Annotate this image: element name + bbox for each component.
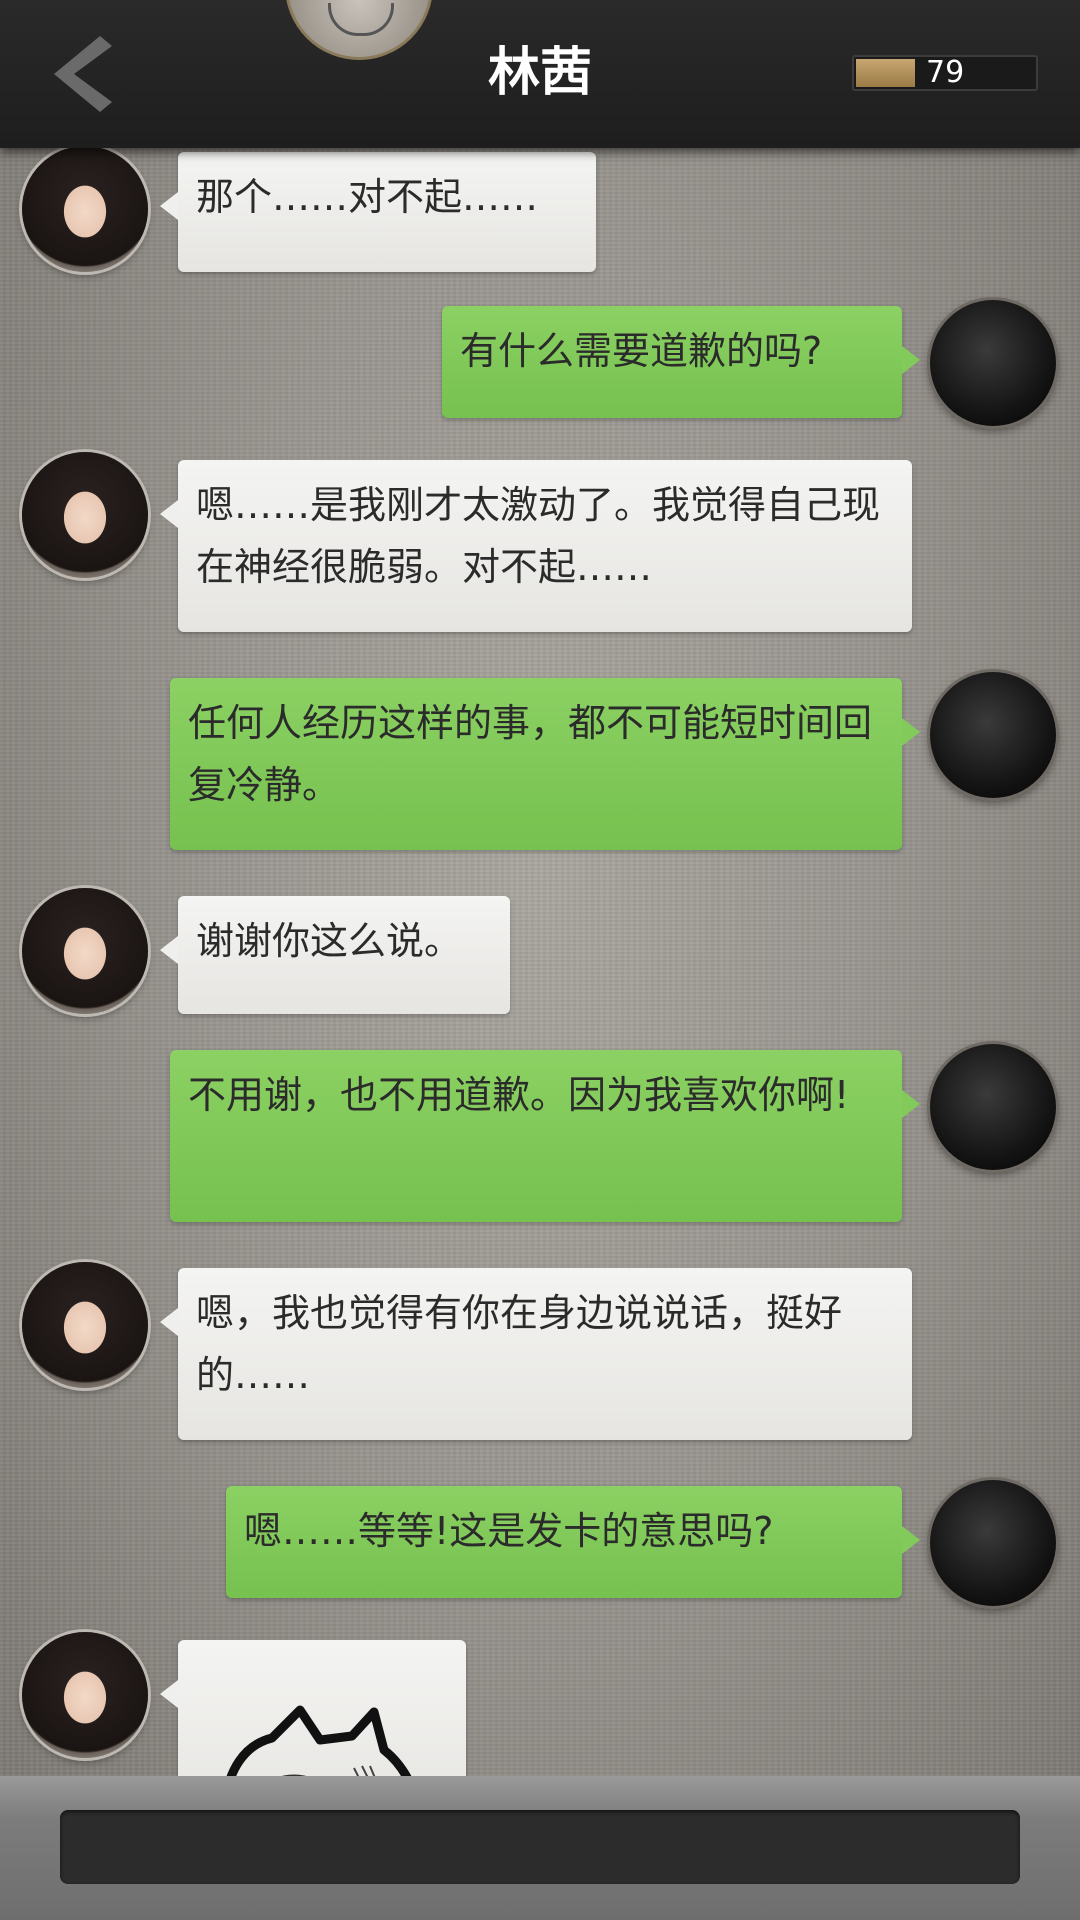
contact-avatar[interactable] [22,1632,148,1758]
player-avatar[interactable] [930,300,1056,426]
affection-meter: 79 [852,55,1038,91]
message-text: 不用谢，也不用道歉。因为我喜欢你啊! [188,1073,850,1117]
player-avatar[interactable] [930,1044,1056,1170]
affection-value: 79 [926,55,965,90]
reply-input[interactable] [60,1810,1020,1884]
message-bubble-outgoing: 任何人经历这样的事，都不可能短时间回复冷静。 [170,678,920,850]
bottom-reply-bar [0,1776,1080,1920]
back-button[interactable] [52,36,112,112]
header-bar: 林茜 79 [0,0,1080,148]
player-avatar[interactable] [930,672,1056,798]
contact-name: 林茜 [487,43,592,103]
message-bubble-outgoing: 有什么需要道歉的吗? [442,306,920,418]
message-text: 有什么需要道歉的吗? [460,329,823,373]
message-bubble-incoming: 嗯……是我刚才太激动了。我觉得自己现在神经很脆弱。对不起…… [160,460,912,632]
message-text: 嗯……等等!这是发卡的意思吗? [244,1509,774,1553]
player-avatar[interactable] [930,1480,1056,1606]
message-text: 谢谢你这么说。 [196,919,463,963]
contact-avatar[interactable] [22,1262,148,1388]
contact-avatar[interactable] [22,452,148,578]
message-bubble-incoming: 谢谢你这么说。 [160,896,510,1014]
message-text: 嗯，我也觉得有你在身边说说话，挺好的…… [196,1291,843,1397]
contact-avatar[interactable] [22,888,148,1014]
message-bubble-outgoing: 不用谢，也不用道歉。因为我喜欢你啊! [170,1050,920,1222]
message-text: 嗯……是我刚才太激动了。我觉得自己现在神经很脆弱。对不起…… [196,483,881,589]
contact-avatar[interactable] [22,146,148,272]
chevron-left-icon [54,36,112,112]
message-bubble-outgoing: 嗯……等等!这是发卡的意思吗? [226,1486,920,1598]
affection-meter-fill [856,59,915,87]
message-text: 任何人经历这样的事，都不可能短时间回复冷静。 [188,701,873,807]
message-text: 那个……对不起…… [196,175,539,219]
message-bubble-incoming: 嗯，我也觉得有你在身边说说话，挺好的…… [160,1268,912,1440]
message-bubble-incoming: 那个……对不起…… [160,152,596,272]
